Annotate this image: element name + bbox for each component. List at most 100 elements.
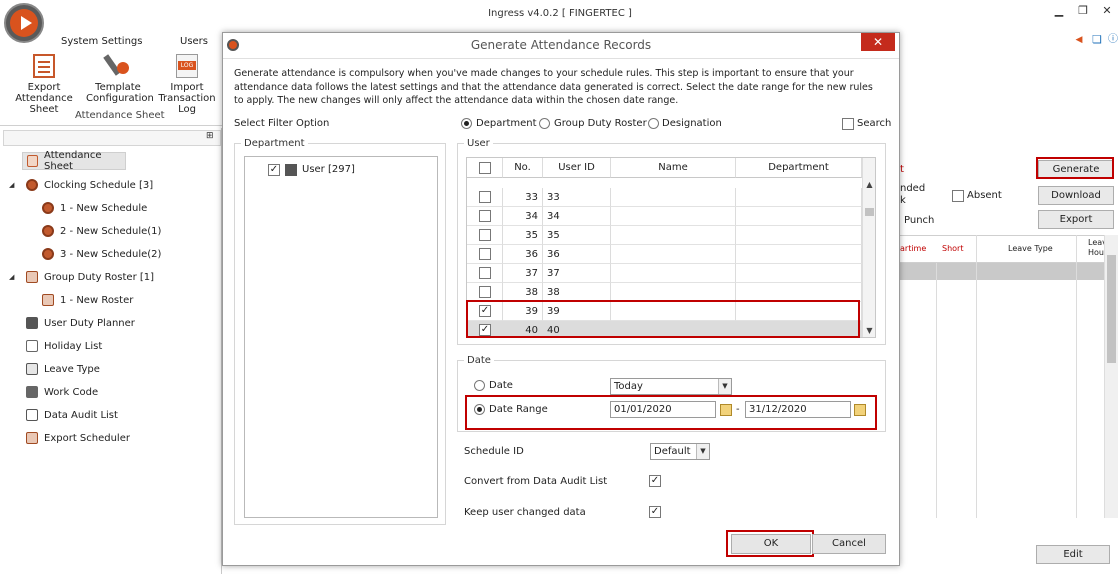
collapse-icon[interactable]: ◢ xyxy=(9,273,14,281)
briefcase-icon xyxy=(26,317,38,329)
date-radio[interactable] xyxy=(474,380,485,391)
nav-item-group-duty-roster[interactable]: Group Duty Roster [1] xyxy=(26,268,154,286)
clock-icon xyxy=(42,225,54,237)
audit-list-icon xyxy=(26,409,38,421)
nav-item-schedule-2[interactable]: 2 - New Schedule(1) xyxy=(42,222,161,240)
scrollbar-thumb[interactable] xyxy=(865,208,874,216)
import-transaction-log-button[interactable]: LOG Import Transaction Log xyxy=(152,54,222,115)
nav-item-leave-type[interactable]: Leave Type xyxy=(26,360,100,378)
row-checkbox[interactable] xyxy=(479,229,491,241)
nav-item-user-duty-planner[interactable]: User Duty Planner xyxy=(26,314,135,332)
department-user-label: User [297] xyxy=(302,164,355,175)
ribbon-tab-system-settings[interactable]: System Settings xyxy=(61,36,142,47)
chevron-down-icon[interactable]: ▼ xyxy=(718,379,731,394)
ribbon-tab-users[interactable]: Users xyxy=(180,36,208,47)
nav-item-clocking-schedule[interactable]: Clocking Schedule [3] xyxy=(26,176,153,194)
grid-header[interactable]: Name xyxy=(611,158,736,178)
download-button[interactable]: Download xyxy=(1038,186,1114,205)
department-tree[interactable] xyxy=(244,156,438,518)
schedule-id-select[interactable]: Default ▼ xyxy=(650,443,710,460)
edit-button[interactable]: Edit xyxy=(1036,545,1110,564)
dialog-app-icon xyxy=(227,39,239,51)
holiday-icon xyxy=(26,340,38,352)
keep-checkbox[interactable]: ✓ xyxy=(649,506,661,518)
export-attendance-sheet-button[interactable]: Export Attendance Sheet xyxy=(4,54,84,115)
collapse-icon[interactable]: ◢ xyxy=(9,181,14,189)
scrollbar-thumb[interactable] xyxy=(1107,255,1116,363)
office-icon[interactable]: ❏ xyxy=(1090,33,1104,47)
attendance-scrollbar[interactable] xyxy=(1104,235,1118,518)
row-checkbox-cell[interactable] xyxy=(467,226,503,245)
wrench-gear-icon xyxy=(103,54,129,78)
export-button[interactable]: Export xyxy=(1038,210,1114,229)
cell-name xyxy=(611,207,736,226)
partial-label-t: t xyxy=(900,164,904,175)
cell-no: 34 xyxy=(503,207,543,226)
row-checkbox[interactable] xyxy=(479,191,491,203)
row-checkbox[interactable] xyxy=(479,248,491,260)
cell-no: 35 xyxy=(503,226,543,245)
row-checkbox[interactable] xyxy=(479,210,491,222)
department-user-checkbox[interactable]: ✓ xyxy=(268,164,280,176)
nav-item-roster-1[interactable]: 1 - New Roster xyxy=(42,291,133,309)
nav-item-label: Leave Type xyxy=(44,363,100,375)
grid-header[interactable]: No. xyxy=(503,158,543,178)
row-checkbox-cell[interactable] xyxy=(467,207,503,226)
scroll-up-icon[interactable]: ▲ xyxy=(863,180,875,192)
dialog-description: Generate attendance is compulsory when y… xyxy=(234,68,873,106)
dialog-close-button[interactable]: ✕ xyxy=(861,33,895,51)
nav-item-label: Work Code xyxy=(44,386,99,398)
row-checkbox[interactable] xyxy=(479,286,491,298)
select-all-header[interactable] xyxy=(467,158,503,178)
cell-department xyxy=(736,207,862,226)
scroll-down-icon[interactable]: ▼ xyxy=(863,326,875,337)
pin-icon[interactable]: ⊞ xyxy=(206,131,214,141)
nav-item-schedule-1[interactable]: 1 - New Schedule xyxy=(42,199,147,217)
leave-table-icon xyxy=(26,363,38,375)
ribbon-group-label: Attendance Sheet xyxy=(75,110,165,121)
attendance-selected-row[interactable] xyxy=(900,263,1104,280)
nav-item-work-code[interactable]: Work Code xyxy=(26,383,98,401)
cell-user-id: 35 xyxy=(543,226,611,245)
filter-group-duty-roster-radio[interactable] xyxy=(539,118,550,129)
cell-department xyxy=(736,226,862,245)
info-icon[interactable]: ⓘ xyxy=(1106,33,1120,47)
nav-item-label: 1 - New Roster xyxy=(60,294,134,306)
cancel-button[interactable]: Cancel xyxy=(812,534,886,554)
generate-highlight xyxy=(1036,157,1114,179)
filter-designation-radio[interactable] xyxy=(648,118,659,129)
row-checkbox[interactable] xyxy=(479,267,491,279)
row-checkbox-cell[interactable] xyxy=(467,188,503,207)
nav-item-export-scheduler[interactable]: Export Scheduler xyxy=(26,429,130,447)
user-group-title: User xyxy=(464,138,493,149)
nav-item-holiday-list[interactable]: Holiday List xyxy=(26,337,102,355)
date-range-highlight xyxy=(465,395,877,430)
convert-checkbox[interactable]: ✓ xyxy=(649,475,661,487)
nav-item-schedule-3[interactable]: 3 - New Schedule(2) xyxy=(42,245,161,263)
grid-header[interactable]: Department xyxy=(736,158,862,178)
chevron-down-icon[interactable]: ▼ xyxy=(696,444,709,459)
select-all-checkbox[interactable] xyxy=(479,162,491,174)
punch-label: Punch xyxy=(904,215,935,226)
import-label-line1: Import xyxy=(170,82,204,93)
filter-department-radio[interactable] xyxy=(461,118,472,129)
search-checkbox[interactable] xyxy=(842,118,854,130)
absent-checkbox[interactable] xyxy=(952,190,964,202)
date-select[interactable]: Today ▼ xyxy=(610,378,732,395)
minimize-icon[interactable]: ▁ xyxy=(1052,4,1066,18)
restore-icon[interactable]: ❐ xyxy=(1076,4,1090,18)
col-overtime: artime xyxy=(900,244,927,253)
work-code-icon xyxy=(26,386,38,398)
grid-header[interactable]: User ID xyxy=(543,158,611,178)
date-group-title: Date xyxy=(464,355,494,366)
close-icon[interactable]: ✕ xyxy=(1100,4,1114,18)
row-checkbox-cell[interactable] xyxy=(467,245,503,264)
cell-no: 37 xyxy=(503,264,543,283)
nav-item-data-audit-list[interactable]: Data Audit List xyxy=(26,406,118,424)
row-checkbox-cell[interactable] xyxy=(467,264,503,283)
arrow-icon[interactable]: ◀ xyxy=(1072,33,1086,47)
template-configuration-button[interactable]: Template Configuration xyxy=(86,54,154,104)
nav-item-attendance-sheet[interactable]: Attendance Sheet xyxy=(22,150,126,172)
app-title: Ingress v4.0.2 [ FINGERTEC ] xyxy=(488,8,632,19)
user-grid-scrollbar[interactable]: ▲ ▼ xyxy=(862,158,875,337)
